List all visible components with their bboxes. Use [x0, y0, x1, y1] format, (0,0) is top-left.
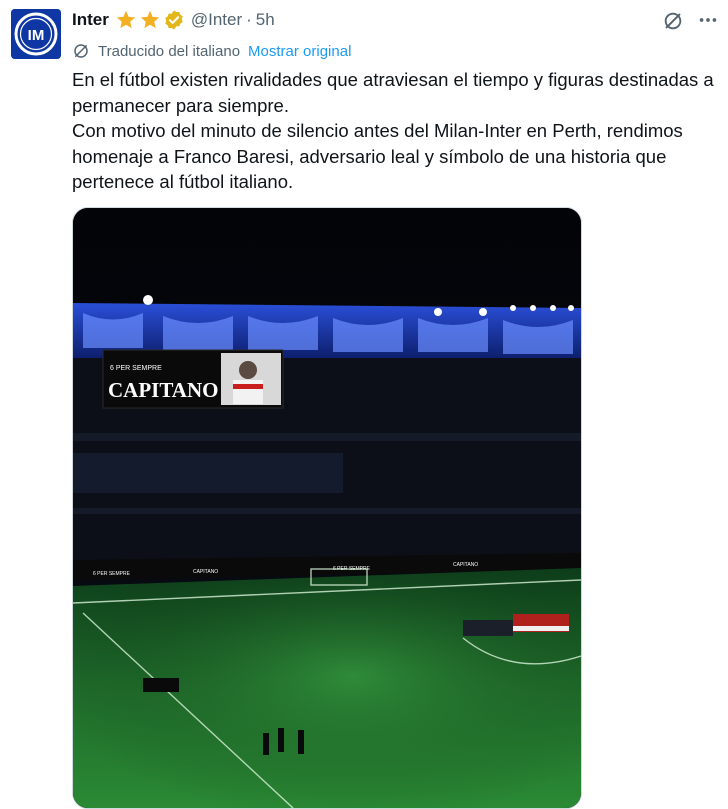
verified-badge-icon[interactable] — [163, 9, 185, 31]
ad-board-text-1: 6 PER SEMPRE — [93, 571, 131, 577]
author-handle[interactable]: @Inter — [191, 10, 242, 30]
ad-board-text-2: CAPITANO — [193, 569, 218, 575]
grok-icon[interactable] — [662, 10, 684, 32]
tweet-header: Inter @Inter · 5h — [72, 8, 275, 32]
screen-small-text: 6 PER SEMPRE — [110, 365, 162, 372]
more-icon[interactable] — [697, 9, 719, 31]
show-original-link[interactable]: Mostrar original — [248, 43, 351, 60]
ad-board-text-4: CAPITANO — [453, 562, 478, 568]
translate-icon — [72, 42, 90, 60]
star-icon — [115, 9, 137, 31]
author-name[interactable]: Inter — [72, 10, 109, 30]
separator-dot: · — [246, 10, 252, 29]
translation-label: Traducido del italiano — [98, 42, 241, 60]
tweet-timestamp[interactable]: 5h — [256, 10, 275, 30]
tweet-text: En el fútbol existen rivalidades que atr… — [72, 69, 714, 192]
translation-row: Traducido del italiano Mostrar original — [72, 40, 351, 62]
star-icon — [139, 9, 161, 31]
tweet-media-image[interactable]: 6 PER SEMPRE CAPITANO 6 PER SEMPRE CAPIT… — [72, 207, 582, 809]
screen-big-text: CAPITANO — [108, 378, 218, 402]
tweet-card[interactable]: IM Inter @Inter · 5h Traducido del itali… — [0, 0, 728, 809]
svg-text:IM: IM — [28, 27, 45, 44]
inter-logo-icon[interactable]: IM — [11, 9, 61, 59]
